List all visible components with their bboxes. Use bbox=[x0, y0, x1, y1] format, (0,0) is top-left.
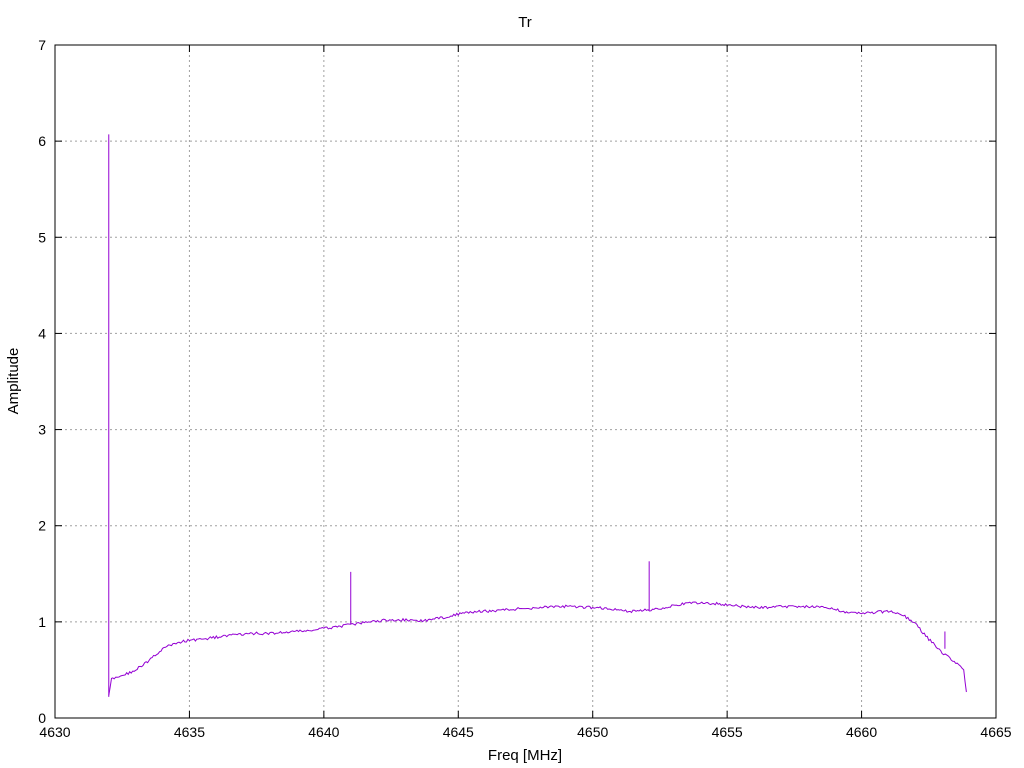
x-tick-label: 4645 bbox=[443, 724, 474, 740]
y-tick-label: 0 bbox=[38, 710, 46, 726]
y-tick-label: 4 bbox=[38, 325, 46, 341]
x-tick-label: 4660 bbox=[846, 724, 877, 740]
x-tick-label: 4665 bbox=[980, 724, 1011, 740]
plot-frame bbox=[54, 44, 997, 719]
chart-title: Tr bbox=[518, 14, 532, 31]
x-tick-label: 4635 bbox=[174, 724, 205, 740]
axis-ticks: 4630 4635 4640 4645 4650 4655 4660 4665 0 1 2 3 4 5 6 7 bbox=[38, 37, 1012, 740]
chart-canvas: 4630 4635 4640 4645 4650 4655 4660 4665 0 1 2 3 4 5 6 7… bbox=[5, 14, 1012, 764]
x-tick-label: 4630 bbox=[39, 724, 70, 740]
y-tick-label: 2 bbox=[38, 518, 46, 534]
y-tick-label: 6 bbox=[38, 133, 46, 149]
y-tick-label: 7 bbox=[38, 37, 46, 53]
series-line bbox=[108, 601, 967, 696]
x-tick-label: 4650 bbox=[577, 724, 608, 740]
y-axis-label: Amplitude bbox=[5, 348, 22, 415]
y-tick-label: 3 bbox=[38, 422, 46, 438]
data-series bbox=[108, 134, 967, 697]
x-tick-label: 4655 bbox=[712, 724, 743, 740]
y-tick-label: 1 bbox=[38, 614, 46, 630]
x-axis-label: Freq [MHz] bbox=[488, 747, 562, 764]
y-tick-label: 5 bbox=[38, 229, 46, 245]
x-tick-label: 4640 bbox=[308, 724, 339, 740]
grid-lines bbox=[55, 45, 996, 718]
